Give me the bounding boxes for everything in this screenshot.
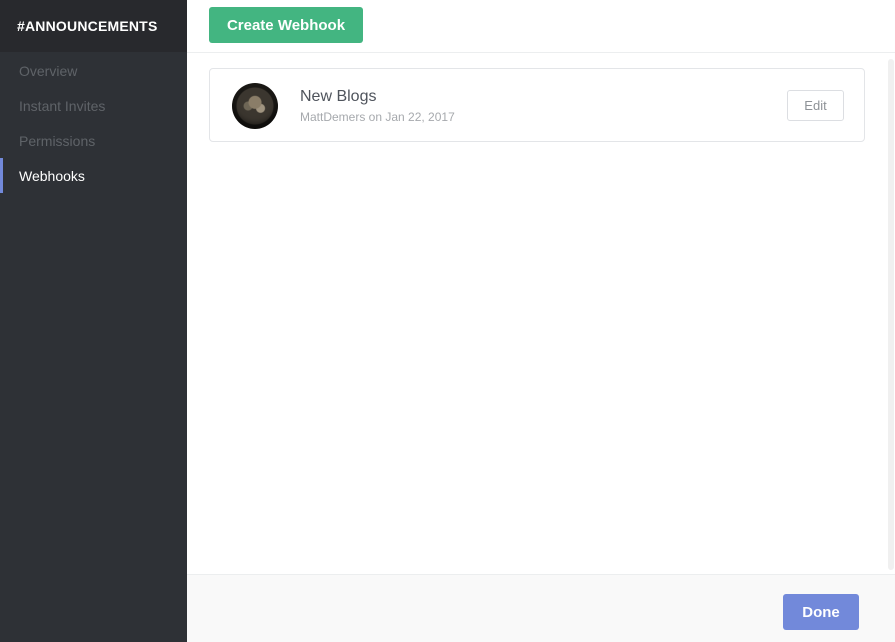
sidebar-item-overview[interactable]: Overview — [0, 53, 187, 88]
channel-name-header: #ANNOUNCEMENTS — [0, 0, 187, 52]
settings-sidebar: #ANNOUNCEMENTS Overview Instant Invites … — [0, 0, 187, 642]
sidebar-item-instant-invites[interactable]: Instant Invites — [0, 88, 187, 123]
webhook-settings-window: #ANNOUNCEMENTS Overview Instant Invites … — [0, 0, 895, 642]
scrollbar-track[interactable] — [888, 59, 894, 570]
settings-nav: Overview Instant Invites Permissions Web… — [0, 53, 187, 193]
done-button[interactable]: Done — [783, 594, 859, 630]
webhook-list-item[interactable]: New Blogs MattDemers on Jan 22, 2017 Edi… — [209, 68, 865, 142]
sidebar-item-webhooks[interactable]: Webhooks — [0, 158, 187, 193]
create-webhook-button[interactable]: Create Webhook — [209, 7, 363, 43]
settings-footer: Done — [187, 574, 895, 642]
webhook-name: New Blogs — [300, 88, 377, 105]
webhook-avatar — [232, 83, 278, 129]
sidebar-item-permissions[interactable]: Permissions — [0, 123, 187, 158]
edit-webhook-button[interactable]: Edit — [787, 90, 844, 121]
webhooks-panel: Create Webhook New Blogs MattDemers on J… — [187, 0, 895, 642]
webhooks-toolbar: Create Webhook — [187, 0, 895, 53]
webhook-meta: MattDemers on Jan 22, 2017 — [300, 110, 455, 124]
